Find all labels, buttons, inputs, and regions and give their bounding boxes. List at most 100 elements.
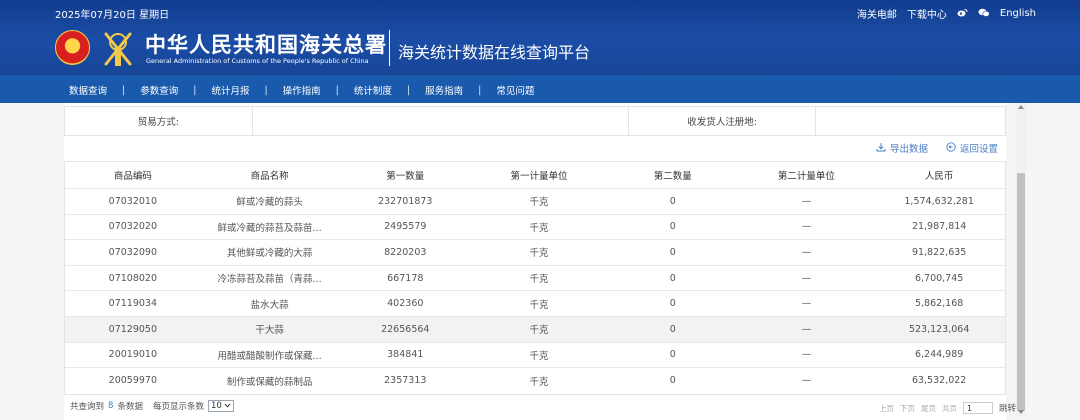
content-area: 贸易方式: 收发货人注册地: 导出数据 返回设置 商品编码 商品名称 第一数量 … [0, 103, 1080, 420]
total-pages: 共页 [941, 403, 957, 413]
table-row[interactable]: 07032020 鲜或冷藏的蒜苔及蒜苗... 2495579 千克 0 — 21,987,8… [65, 215, 1005, 241]
nav-parameter-query[interactable]: 参数查询 [140, 83, 178, 97]
cell-commodity-code: 07032020 [108, 221, 158, 233]
nav-separator: | [193, 84, 197, 96]
cell-first-quantity: 22656564 [381, 323, 430, 335]
page-size-value: 10 [210, 401, 222, 411]
total-prefix: 共查询到 [70, 402, 105, 412]
table-row[interactable]: 20059970 制作或保藏的蒜制品 2357313 千克 0 — 63,532,022 [65, 368, 1005, 394]
prev-page-button[interactable]: 上页 [879, 403, 894, 414]
col-header-first-unit: 第一计量单位 [510, 171, 568, 182]
col-header-second-unit: 第二计量单位 [777, 171, 835, 182]
table-row[interactable]: 07108020 冷冻蒜苔及蒜苗（青蒜... 667178 千克 0 — 6,700,745 [65, 266, 1005, 292]
cell-first-quantity: 667178 [387, 272, 424, 284]
weibo-icon[interactable] [957, 8, 968, 20]
cell-first-unit: 千克 [529, 350, 549, 362]
title-divider [389, 30, 390, 66]
cell-first-quantity: 8220203 [384, 246, 427, 258]
cell-first-quantity: 384841 [387, 349, 424, 361]
email-link[interactable]: 海关电邮 [857, 6, 897, 21]
result-panel: 贸易方式: 收发货人注册地: 导出数据 返回设置 商品编码 商品名称 第一数量 … [64, 103, 1006, 420]
cell-second-unit: — [801, 298, 812, 310]
nav-separator: | [122, 84, 126, 96]
nav-separator: | [335, 84, 339, 96]
cell-second-quantity: 0 [669, 246, 676, 258]
download-center-link[interactable]: 下载中心 [907, 6, 947, 21]
current-date: 2025年07月20日 星期日 [55, 10, 170, 21]
cell-commodity-name: 鲜或冷藏的蒜苔及蒜苗... [217, 222, 322, 234]
col-header-second-quantity: 第二数量 [653, 171, 692, 182]
cell-commodity-name: 鲜或冷藏的蒜头 [236, 197, 303, 209]
cell-commodity-code: 07108020 [108, 272, 158, 284]
english-link[interactable]: English [1000, 8, 1036, 19]
cell-rmb: 1,574,632,281 [904, 195, 974, 207]
next-page-button[interactable]: 下页 [900, 403, 915, 414]
site-header: 2025年07月20日 星期日 海关电邮 下载中心 English 中华人民共和… [0, 0, 1080, 75]
cell-commodity-code: 07032090 [108, 246, 158, 258]
consignee-location-value [816, 107, 1005, 135]
site-title-en: General Administration of Customs of the… [146, 57, 369, 65]
nav-service-guide[interactable]: 服务指南 [425, 83, 463, 97]
scroll-down-arrow-icon[interactable] [1018, 410, 1024, 414]
nav-operation-guide[interactable]: 操作指南 [283, 83, 321, 97]
export-data-button[interactable]: 导出数据 [876, 141, 928, 155]
col-header-commodity-name: 商品名称 [250, 171, 289, 182]
page-size-select[interactable]: 10 [207, 400, 234, 412]
cell-rmb: 6,700,745 [914, 272, 964, 284]
cell-rmb: 63,532,022 [911, 375, 967, 387]
cell-second-unit: — [801, 272, 812, 284]
table-row[interactable]: 20019010 用醋或醋酸制作或保藏... 384841 千克 0 — 6,244,989 [65, 343, 1005, 369]
cell-second-unit: — [801, 221, 812, 233]
result-table: 商品编码 商品名称 第一数量 第一计量单位 第二数量 第二计量单位 人民币 07… [64, 161, 1006, 395]
cell-commodity-code: 07119034 [108, 298, 158, 310]
cell-commodity-code: 07129050 [108, 323, 158, 335]
cell-second-unit: — [801, 349, 812, 361]
trade-mode-label: 贸易方式: [65, 107, 253, 135]
cell-first-quantity: 232701873 [378, 195, 433, 207]
col-header-first-quantity: 第一数量 [386, 171, 425, 182]
goto-page-button[interactable]: 跳转 [999, 402, 1016, 414]
cell-commodity-name: 盐水大蒜 [250, 299, 289, 311]
table-row[interactable]: 07032010 鲜或冷藏的蒜头 232701873 千克 0 — 1,574,632,28… [65, 189, 1005, 215]
scroll-up-arrow-icon[interactable] [1018, 105, 1024, 109]
page-number-input[interactable]: 1 [962, 402, 993, 414]
last-page-button[interactable]: 尾页 [921, 403, 936, 414]
cell-second-unit: — [801, 246, 812, 258]
cell-second-unit: — [801, 375, 812, 387]
cell-commodity-name: 其他鲜或冷藏的大蒜 [226, 248, 313, 260]
cell-first-unit: 千克 [529, 325, 549, 337]
nav-monthly-report[interactable]: 统计月报 [211, 83, 249, 97]
nav-data-query[interactable]: 数据查询 [69, 83, 107, 97]
wechat-icon[interactable] [978, 8, 990, 20]
cell-second-quantity: 0 [669, 323, 676, 335]
back-to-settings-button[interactable]: 返回设置 [946, 141, 998, 155]
back-to-settings-label: 返回设置 [959, 144, 998, 155]
col-header-rmb: 人民币 [924, 171, 954, 182]
cell-second-quantity: 0 [669, 349, 676, 361]
table-row[interactable]: 07129050 干大蒜 22656564 千克 0 — 523,123,064 [65, 316, 1005, 343]
cell-second-quantity: 0 [669, 272, 676, 284]
main-nav: 数据查询 | 参数查询 | 统计月报 | 操作指南 | 统计制度 | 服务指南 … [0, 75, 1080, 103]
cell-commodity-name: 用醋或醋酸制作或保藏... [217, 350, 322, 362]
cell-second-quantity: 0 [669, 375, 676, 387]
cell-first-unit: 千克 [529, 376, 549, 388]
cell-commodity-code: 20059970 [108, 375, 158, 387]
filter-summary: 贸易方式: 收发货人注册地: [64, 106, 1006, 136]
cell-first-unit: 千克 [529, 222, 549, 234]
table-body: 07032010 鲜或冷藏的蒜头 232701873 千克 0 — 1,574,632,28… [65, 189, 1005, 394]
nav-statistics-system[interactable]: 统计制度 [354, 83, 392, 97]
cell-commodity-code: 20019010 [108, 349, 158, 361]
download-icon [876, 142, 886, 155]
national-emblem-logo [55, 30, 90, 65]
table-row[interactable]: 07032090 其他鲜或冷藏的大蒜 8220203 千克 0 — 91,822,635 [65, 240, 1005, 266]
total-suffix: 条数据 [117, 402, 143, 412]
cell-second-unit: — [801, 195, 812, 207]
site-title: 中华人民共和国海关总署 [145, 33, 387, 57]
cell-rmb: 6,244,989 [914, 349, 964, 361]
cell-rmb: 91,822,635 [911, 246, 967, 258]
cell-first-quantity: 402360 [387, 298, 424, 310]
vertical-scrollbar[interactable] [1016, 103, 1026, 416]
scrollbar-thumb[interactable] [1017, 173, 1025, 411]
table-row[interactable]: 07119034 盐水大蒜 402360 千克 0 — 5,862,168 [65, 291, 1005, 317]
nav-faq[interactable]: 常见问题 [496, 83, 534, 97]
